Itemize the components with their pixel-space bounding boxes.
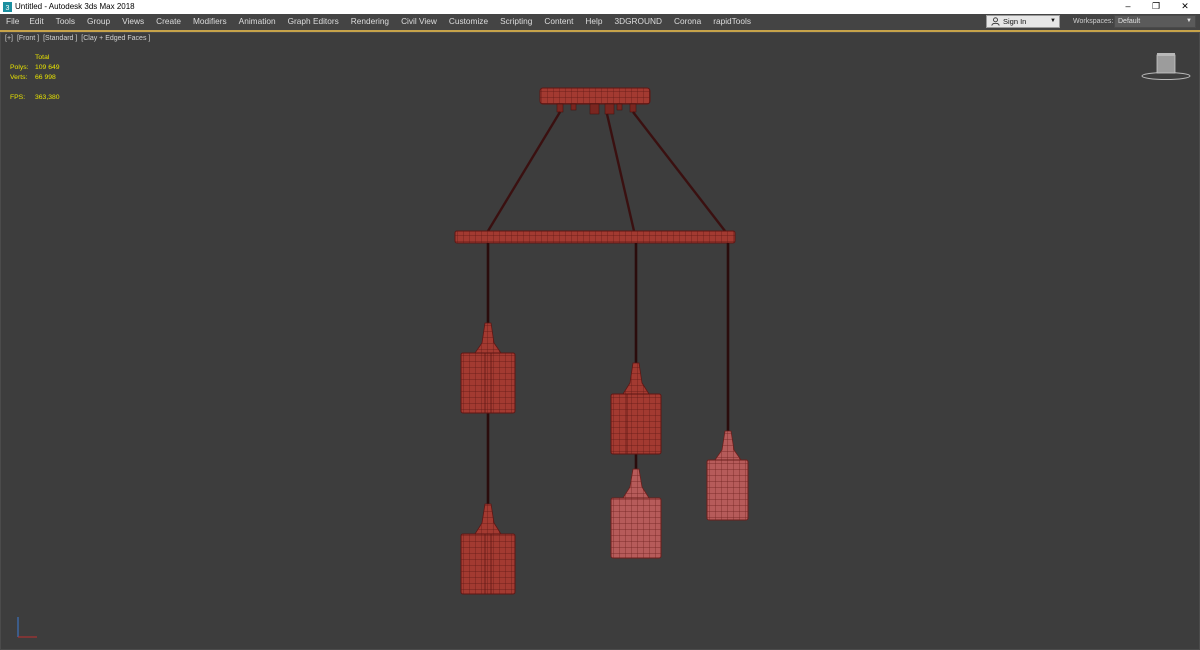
menu-content[interactable]: Content bbox=[536, 14, 577, 30]
minimize-button[interactable]: – bbox=[1114, 0, 1142, 14]
chevron-down-icon: ▼ bbox=[1050, 18, 1056, 24]
menu-rendering[interactable]: Rendering bbox=[343, 14, 393, 30]
menu-edit[interactable]: Edit bbox=[23, 14, 47, 30]
menu-rapidtools[interactable]: rapidTools bbox=[705, 14, 755, 30]
suspension-cables bbox=[486, 111, 726, 232]
fps-value: 363,380 bbox=[35, 94, 60, 101]
svg-text:3: 3 bbox=[6, 5, 10, 12]
menu-corona[interactable]: Corona bbox=[666, 14, 705, 30]
workspaces-value: Default bbox=[1118, 18, 1141, 25]
close-button[interactable]: ✕ bbox=[1171, 0, 1199, 14]
pendant-shade[interactable] bbox=[706, 430, 749, 521]
pendant-shade[interactable] bbox=[610, 362, 662, 455]
verts-value: 66 998 bbox=[35, 74, 56, 81]
axis-tripod-icon bbox=[17, 617, 37, 638]
polys-value: 109 649 bbox=[35, 64, 60, 71]
restore-button[interactable]: ❐ bbox=[1142, 0, 1170, 14]
menu-civil-view[interactable]: Civil View bbox=[393, 14, 441, 30]
chevron-down-icon: ▼ bbox=[1186, 18, 1192, 24]
menu-bar: File Edit Tools Group Views Create Modif… bbox=[0, 14, 1200, 31]
app-window: 3 Untitled - Autodesk 3ds Max 2018 – ❐ ✕… bbox=[0, 0, 1200, 650]
fps-label: FPS: bbox=[10, 94, 26, 101]
verts-label: Verts: bbox=[10, 74, 28, 81]
menu-animation[interactable]: Animation bbox=[231, 14, 280, 30]
menu-file[interactable]: File bbox=[0, 14, 23, 30]
chandelier-ring[interactable] bbox=[454, 230, 736, 244]
menu-3dground[interactable]: 3DGROUND bbox=[607, 14, 666, 30]
menu-items: File Edit Tools Group Views Create Modif… bbox=[0, 14, 755, 30]
workspaces-select[interactable]: Default ▼ bbox=[1114, 15, 1196, 28]
polys-label: Polys: bbox=[10, 64, 29, 71]
menu-create[interactable]: Create bbox=[148, 14, 185, 30]
pendant-cords bbox=[486, 243, 730, 504]
pendant-shade[interactable] bbox=[610, 468, 662, 559]
menu-scripting[interactable]: Scripting bbox=[492, 14, 536, 30]
sign-in-dropdown[interactable]: Sign In ▼ bbox=[986, 15, 1060, 28]
window-title: Untitled - Autodesk 3ds Max 2018 bbox=[15, 2, 135, 11]
workspaces-label: Workspaces: bbox=[1073, 18, 1114, 25]
scene-statistics: Total Polys: 109 649 Verts: 66 998 FPS: … bbox=[10, 53, 90, 103]
front-viewport[interactable]: [+] [Front ] [Standard ] [Clay + Edged F… bbox=[0, 32, 1200, 650]
stats-header: Total bbox=[35, 54, 50, 61]
menu-modifiers[interactable]: Modifiers bbox=[185, 14, 231, 30]
viewport-label[interactable]: [+] [Front ] [Standard ] [Clay + Edged F… bbox=[5, 35, 152, 42]
pendant-shade[interactable] bbox=[460, 503, 516, 595]
viewport-shading-mode[interactable]: [Clay + Edged Faces ] bbox=[81, 35, 150, 42]
menu-tools[interactable]: Tools bbox=[48, 14, 79, 30]
viewport-render-mode[interactable]: [Standard ] bbox=[43, 35, 77, 42]
ceiling-canopy[interactable] bbox=[539, 87, 651, 115]
scene-canvas bbox=[454, 87, 749, 595]
sign-in-label: Sign In bbox=[1003, 17, 1027, 26]
3dsmax-logo-icon: 3 bbox=[3, 2, 12, 12]
menu-customize[interactable]: Customize bbox=[441, 14, 492, 30]
viewport-menu-plus[interactable]: [+] bbox=[5, 35, 13, 42]
pendant-shade[interactable] bbox=[460, 322, 516, 414]
menu-help[interactable]: Help bbox=[577, 14, 606, 30]
viewcube-icon[interactable] bbox=[1139, 51, 1193, 85]
viewport-view-name[interactable]: [Front ] bbox=[17, 35, 39, 42]
menu-views[interactable]: Views bbox=[114, 14, 148, 30]
menu-graph-editors[interactable]: Graph Editors bbox=[280, 14, 343, 30]
menu-group[interactable]: Group bbox=[79, 14, 114, 30]
title-bar: 3 Untitled - Autodesk 3ds Max 2018 – ❐ ✕ bbox=[0, 0, 1200, 14]
user-icon bbox=[991, 17, 1000, 26]
